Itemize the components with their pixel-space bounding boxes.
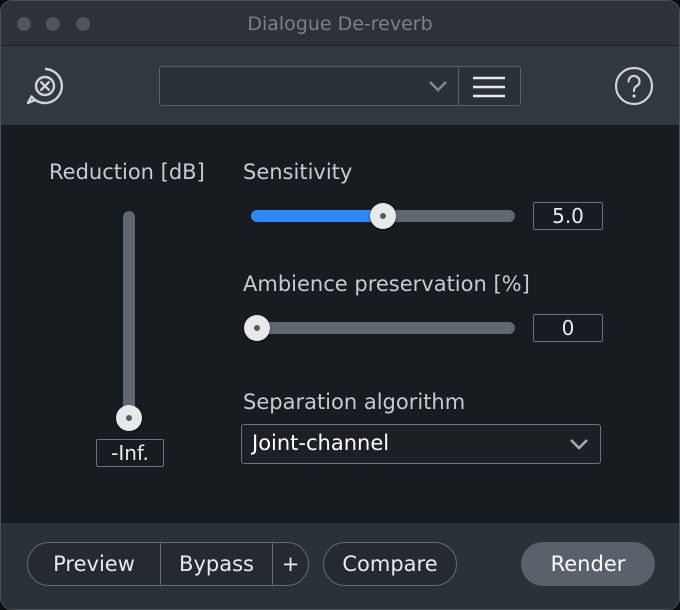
sensitivity-slider-fill [251,210,383,222]
chevron-down-icon [570,439,588,450]
hamburger-icon[interactable] [471,75,507,99]
sensitivity-slider[interactable] [251,203,515,229]
plugin-window: Dialogue De-reverb Reduction [dB] -Inf. … [0,0,680,610]
separation-selected: Joint-channel [252,431,390,455]
reduction-slider-thumb[interactable] [116,405,142,431]
separation-label: Separation algorithm [243,390,466,414]
preset-divider [458,67,459,105]
bottom-bar: Preview Bypass + Compare Render [1,523,679,609]
bypass-button[interactable]: Bypass [161,543,272,585]
sensitivity-value[interactable]: 5.0 [533,202,603,230]
reduction-slider[interactable] [116,211,142,431]
render-button[interactable]: Render [521,542,655,586]
x-circle-chat-icon[interactable] [25,66,65,106]
sensitivity-slider-thumb[interactable] [370,203,396,229]
toolbar [1,46,679,125]
question-circle-icon[interactable] [614,66,654,106]
preview-button[interactable]: Preview [28,543,160,585]
ambience-value[interactable]: 0 [533,314,603,342]
compare-button[interactable]: Compare [324,543,456,585]
ambience-label: Ambience preservation [%] [243,272,530,296]
reduction-label: Reduction [dB] [49,160,205,184]
sensitivity-label: Sensitivity [243,160,353,184]
preset-selector[interactable] [159,66,521,106]
compare-button-pill: Compare [323,542,457,586]
reduction-value[interactable]: -Inf. [96,439,164,467]
add-button[interactable]: + [273,543,308,585]
controls-panel: Reduction [dB] -Inf. Sensitivity 5.0 Amb… [1,125,679,523]
ambience-slider[interactable] [244,315,515,341]
chevron-down-icon[interactable] [426,77,450,95]
window-title: Dialogue De-reverb [247,13,433,35]
ambience-slider-thumb[interactable] [244,315,270,341]
separation-algorithm-select[interactable]: Joint-channel [241,424,601,464]
preview-bypass-group: Preview Bypass + [27,542,309,586]
title-bar: Dialogue De-reverb [1,1,679,46]
